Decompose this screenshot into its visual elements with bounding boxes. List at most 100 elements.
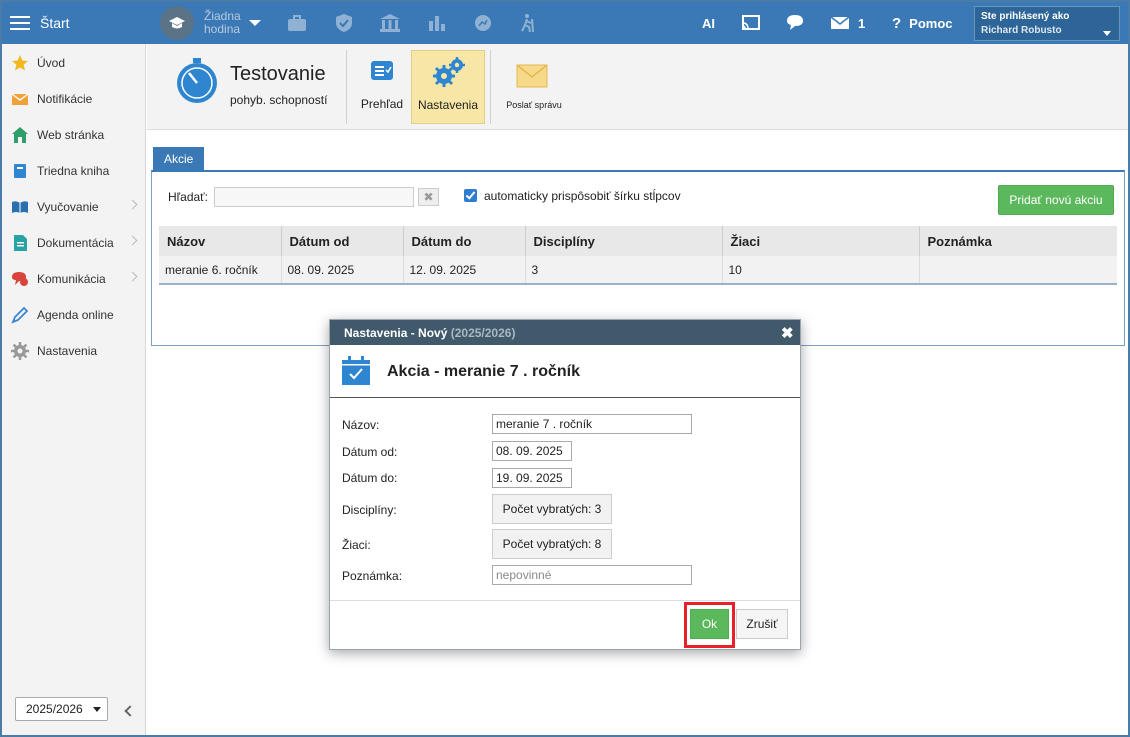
search-input[interactable] bbox=[214, 187, 414, 207]
column-header-name[interactable]: Názov bbox=[159, 226, 282, 256]
dialog-header-title: Nastavenia - Nový bbox=[344, 326, 448, 340]
collapse-sidebar-icon[interactable] bbox=[124, 705, 136, 717]
ai-button[interactable]: AI bbox=[702, 2, 715, 44]
sidebar-item-agenda-online[interactable]: Agenda online bbox=[2, 297, 146, 333]
column-header-date-from[interactable]: Dátum od bbox=[281, 226, 404, 256]
chat-icon bbox=[12, 272, 28, 286]
shield-icon[interactable] bbox=[333, 13, 355, 33]
pen-icon bbox=[11, 306, 29, 324]
tool-overview-button[interactable]: Prehľad bbox=[354, 50, 410, 124]
user-menu[interactable]: Ste prihlásený ako Richard Robusto bbox=[974, 6, 1120, 41]
table-row[interactable]: meranie 6. ročník 08. 09. 2025 12. 09. 2… bbox=[159, 256, 1117, 285]
date-from-input[interactable]: 08. 09. 2025 bbox=[492, 441, 572, 461]
running-ball-icon[interactable] bbox=[472, 13, 494, 33]
briefcase-icon[interactable] bbox=[286, 13, 308, 33]
stopwatch-icon bbox=[177, 58, 217, 103]
school-year-value: 2025/2026 bbox=[26, 702, 83, 716]
chevron-right-icon bbox=[127, 271, 138, 282]
sidebar-item-nastavenia[interactable]: Nastavenia bbox=[2, 333, 146, 369]
tool-settings-button[interactable]: Nastavenia bbox=[411, 50, 485, 124]
add-action-button[interactable]: Pridať novú akciu bbox=[998, 185, 1114, 215]
column-header-date-to[interactable]: Dátum do bbox=[403, 226, 526, 256]
tool-settings-label: Nastavenia bbox=[417, 98, 479, 112]
name-input[interactable]: meranie 7 . ročník bbox=[492, 414, 692, 434]
chevron-right-icon bbox=[127, 199, 138, 210]
module-header: Testovanie pohyb. schopností Prehľad Nas… bbox=[147, 44, 1128, 130]
sidebar-item-dokumentacia[interactable]: Dokumentácia bbox=[2, 225, 146, 261]
cancel-button[interactable]: Zrušiť bbox=[736, 609, 788, 639]
sidebar-item-label: Nastavenia bbox=[37, 344, 98, 358]
sidebar-item-label: Triedna kniha bbox=[37, 164, 110, 178]
star-icon bbox=[12, 55, 28, 71]
sidebar-item-notifikacie[interactable]: Notifikácie bbox=[2, 81, 146, 117]
dialog-header: Nastavenia - Nový (2025/2026) bbox=[330, 320, 800, 345]
hamburger-icon bbox=[10, 16, 30, 30]
messages-count: 1 bbox=[858, 15, 866, 31]
date-to-input[interactable]: 19. 09. 2025 bbox=[492, 468, 572, 488]
chevron-down-icon bbox=[93, 707, 101, 712]
table-cell: 08. 09. 2025 bbox=[281, 256, 404, 285]
tool-overview-label: Prehľad bbox=[360, 97, 404, 111]
dialog-divider bbox=[330, 397, 800, 398]
sidebar-item-label: Vyučovanie bbox=[37, 200, 99, 214]
envelope-icon bbox=[830, 16, 850, 29]
search-label: Hľadať: bbox=[168, 190, 209, 204]
messages-button[interactable]: 1 bbox=[830, 2, 865, 44]
school-year-select[interactable]: 2025/2026 bbox=[15, 697, 108, 721]
students-select-button[interactable]: Počet vybratých: 8 bbox=[492, 529, 612, 559]
table-cell: 10 bbox=[722, 256, 920, 285]
home-icon bbox=[12, 127, 28, 143]
clear-search-button[interactable]: ✖ bbox=[418, 188, 439, 206]
tab-akcie[interactable]: Akcie bbox=[153, 147, 204, 171]
document-icon bbox=[14, 235, 27, 251]
book-icon bbox=[14, 164, 26, 178]
note-label: Poznámka: bbox=[342, 569, 403, 583]
actions-table: Názov Dátum od Dátum do Disciplíny Žiaci… bbox=[159, 226, 1117, 285]
disciplines-label: Disciplíny: bbox=[342, 503, 397, 517]
lesson-selector[interactable]: Žiadna hodina bbox=[160, 6, 261, 40]
sidebar-item-label: Notifikácie bbox=[37, 92, 93, 106]
sidebar-item-uvod[interactable]: Úvod bbox=[2, 45, 146, 81]
table-cell: meranie 6. ročník bbox=[159, 256, 282, 285]
close-icon: ✖ bbox=[423, 190, 434, 204]
bar-chart-icon[interactable] bbox=[426, 13, 448, 33]
calendar-check-icon bbox=[342, 356, 370, 385]
table-cell: 3 bbox=[525, 256, 723, 285]
column-header-disciplines[interactable]: Disciplíny bbox=[525, 226, 723, 256]
sidebar-item-komunikacia[interactable]: Komunikácia bbox=[2, 261, 146, 297]
envelope-icon bbox=[11, 93, 29, 105]
help-icon: ? bbox=[892, 14, 902, 32]
dialog-header-year: (2025/2026) bbox=[450, 326, 516, 340]
sidebar: Úvod Notifikácie Web stránka Triedna kni… bbox=[2, 44, 146, 735]
hiking-icon[interactable] bbox=[517, 13, 539, 33]
cast-icon[interactable] bbox=[740, 13, 762, 33]
tool-send-message-button[interactable]: Poslať správu bbox=[499, 50, 569, 124]
ok-button[interactable]: Ok bbox=[690, 609, 729, 639]
note-input[interactable]: nepovinné bbox=[492, 565, 692, 585]
school-icon[interactable] bbox=[379, 13, 401, 33]
open-book-icon bbox=[12, 201, 28, 213]
sidebar-item-vyucovanie[interactable]: Vyučovanie bbox=[2, 189, 146, 225]
chevron-down-icon bbox=[1103, 31, 1111, 36]
sidebar-item-web-stranka[interactable]: Web stránka bbox=[2, 117, 146, 153]
module-subtitle: pohyb. schopností bbox=[230, 93, 328, 107]
autofit-checkbox[interactable] bbox=[464, 189, 477, 202]
name-label: Názov: bbox=[342, 418, 380, 432]
sidebar-item-triedna-kniha[interactable]: Triedna kniha bbox=[2, 153, 146, 189]
sidebar-item-label: Dokumentácia bbox=[37, 236, 114, 250]
help-label: Pomoc bbox=[909, 15, 953, 31]
sidebar-item-label: Agenda online bbox=[37, 308, 114, 322]
chat-icon[interactable] bbox=[785, 13, 807, 33]
table-cell bbox=[919, 256, 1117, 285]
action-dialog: Nastavenia - Nový (2025/2026) ✖ Akcia - … bbox=[329, 319, 801, 650]
column-header-note[interactable]: Poznámka bbox=[919, 226, 1117, 256]
table-header-row: Názov Dátum od Dátum do Disciplíny Žiaci… bbox=[159, 226, 1117, 256]
help-button[interactable]: ? Pomoc bbox=[892, 2, 953, 44]
close-icon[interactable]: ✖ bbox=[781, 324, 794, 342]
gears-icon bbox=[433, 57, 465, 87]
column-header-students[interactable]: Žiaci bbox=[722, 226, 920, 256]
start-menu-button[interactable]: Štart bbox=[10, 2, 70, 44]
sidebar-item-label: Úvod bbox=[37, 56, 66, 70]
disciplines-select-button[interactable]: Počet vybratých: 3 bbox=[492, 494, 612, 524]
start-label: Štart bbox=[40, 15, 70, 31]
